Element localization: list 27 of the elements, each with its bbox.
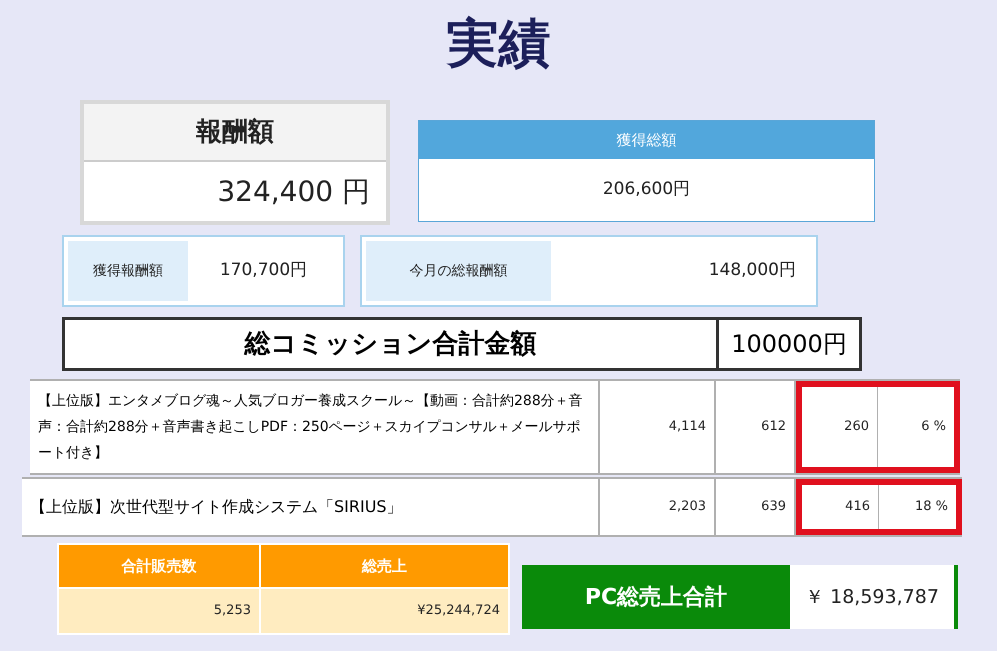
commission-value: 100000円 [731,329,847,360]
product-name-cell: 【上位版】次世代型サイト作成システム「SIRIUS」 [22,479,600,535]
card-label: 獲得報酬額 [93,262,163,280]
card-value: 148,000円 [708,259,796,282]
pc-sales-label: PC総売上合計 [584,584,728,612]
product-name-cell: 【上位版】エンタメブログ魂～人気ブロガー養成スクール～【動画：合計約288分＋音声：合計約288分＋音声書き起こしPDF：250ページ＋スカイプコンサル＋メールサポート付き】 [30,381,600,473]
table-cell-text: 18 % [914,498,949,516]
table-cell: 2,203 [600,479,716,535]
pc-sales-value: ￥ 18,593,787 [805,584,939,610]
commission-label: 総コミッション合計金額 [244,328,536,360]
table-cell-text: 6 % [920,418,947,436]
table-cell: 639 [716,479,796,535]
table-cell: 416 [802,485,879,529]
card-label: 報酬額 [196,116,274,148]
page-title: 実績 [446,18,550,76]
table-cell: 612 [716,381,796,473]
card-label: 今月の総報酬額 [410,262,508,280]
card-value: 206,600円 [602,178,690,202]
table-cell: 260 [802,387,878,467]
column-header: 合計販売数 [59,545,259,587]
table-cell: 5,253 [59,589,259,633]
card-value: 324,400 円 [217,174,370,210]
card-value: 170,700円 [220,259,308,282]
table-cell: 4,114 [600,381,716,473]
column-header: 総売上 [261,545,508,587]
card-label: 獲得総額 [616,130,676,151]
table-cell: ¥25,244,724 [261,589,508,633]
